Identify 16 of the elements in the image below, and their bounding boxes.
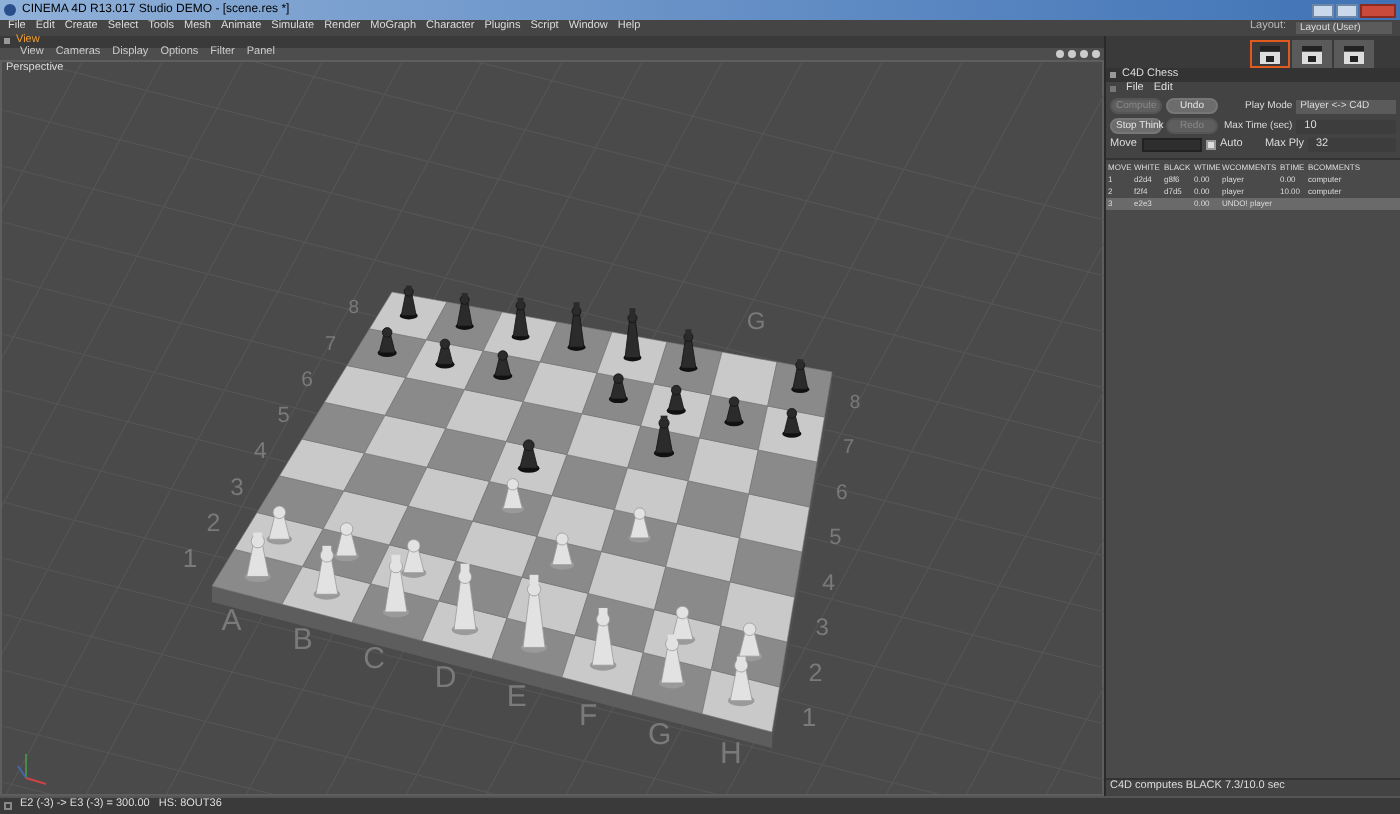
minimize-button[interactable] xyxy=(1312,3,1334,17)
panel-grip-icon xyxy=(1110,86,1116,92)
clapperboard-icon xyxy=(1302,45,1322,63)
panel-grip-icon xyxy=(4,38,10,45)
axis-icon xyxy=(17,753,47,785)
auto-checkbox[interactable] xyxy=(1206,140,1216,150)
app-icon xyxy=(4,4,16,16)
maximize-button[interactable] xyxy=(1336,3,1358,17)
panel-grip-icon xyxy=(1110,72,1116,78)
move-input[interactable] xyxy=(1142,138,1202,152)
manager-tab[interactable] xyxy=(1250,40,1290,68)
clapperboard-icon xyxy=(1344,45,1364,63)
manager-tab[interactable] xyxy=(1334,40,1374,68)
manager-tab[interactable] xyxy=(1292,40,1332,68)
clapperboard-icon xyxy=(1260,45,1280,63)
status-icon xyxy=(4,802,12,810)
